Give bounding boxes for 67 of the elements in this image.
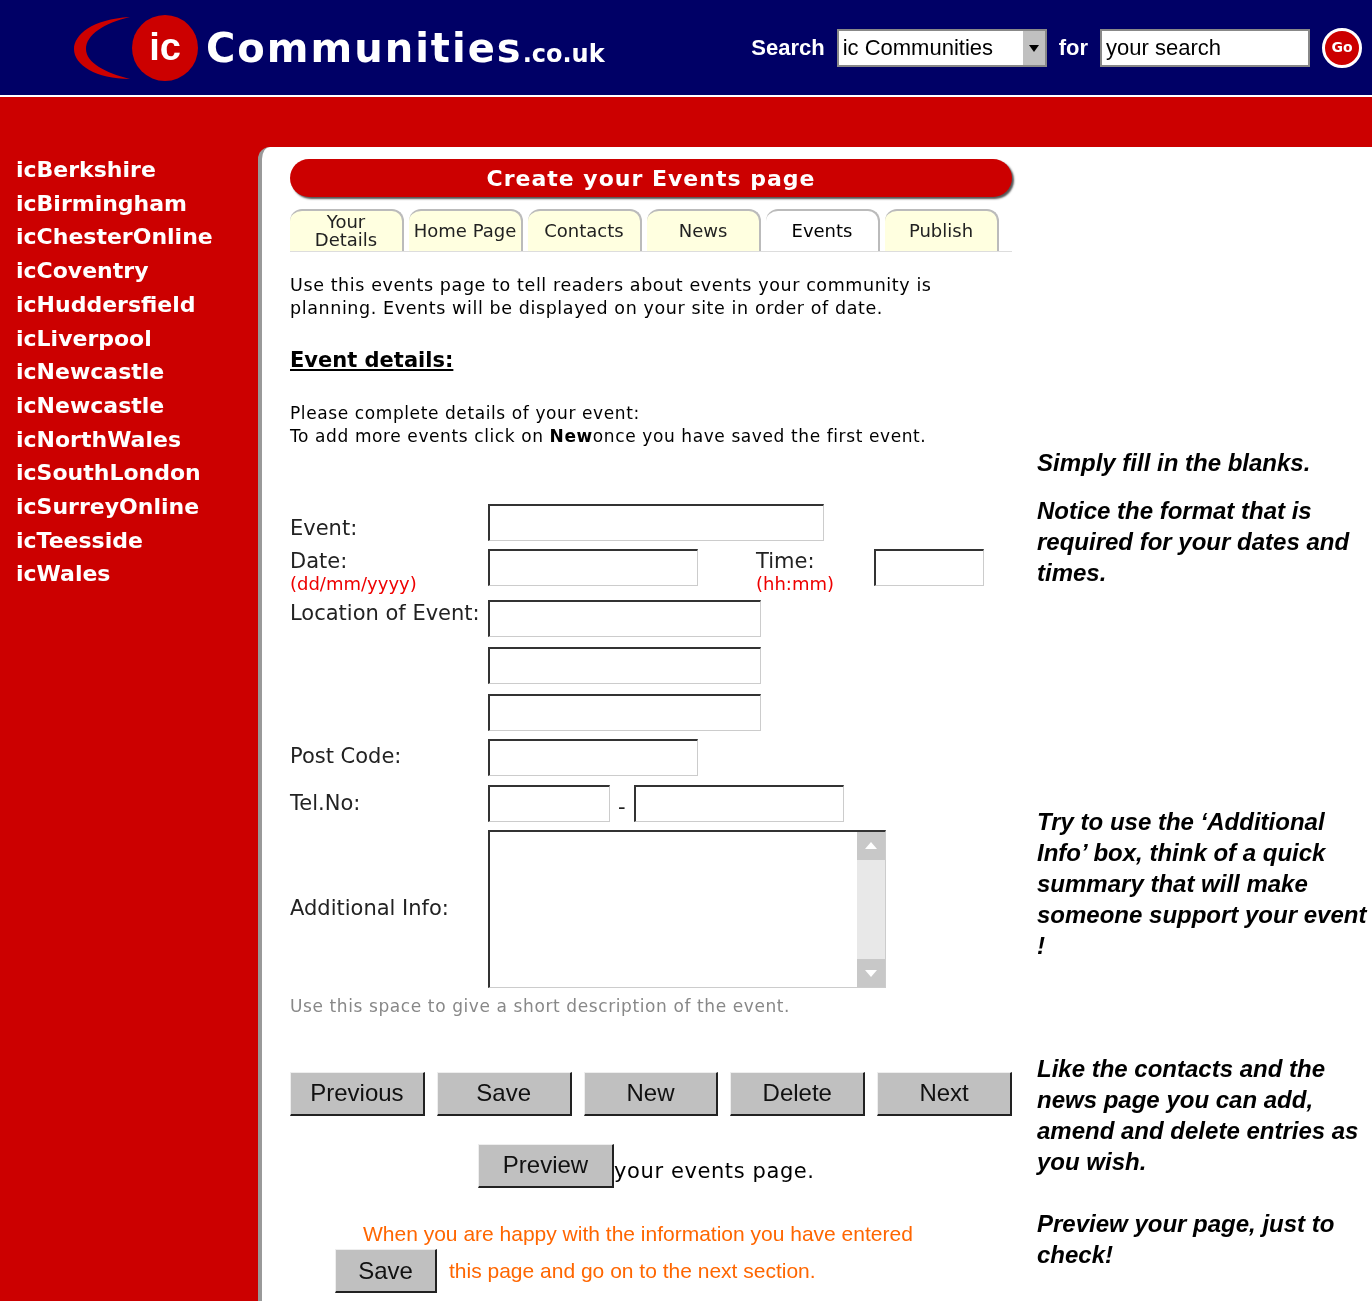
tip-note: Notice the format that is required for your dates and times. (1037, 496, 1351, 588)
sidebar-link[interactable]: icSurreyOnline (16, 490, 258, 524)
form-button[interactable]: New (583, 1071, 719, 1116)
tab[interactable]: Events (766, 209, 880, 251)
sidebar-link[interactable]: icBerkshire (16, 153, 258, 187)
text-field[interactable] (488, 548, 698, 586)
save-button[interactable]: Save (335, 1249, 437, 1293)
field-label: Date: (290, 548, 349, 573)
save-instruction: When you are happy with the information you have entered (363, 1220, 913, 1247)
field-label: Event: (290, 514, 359, 541)
search-label: Search (751, 34, 825, 62)
form-button[interactable]: Previous (290, 1071, 425, 1116)
field-label: Post Code: (290, 743, 403, 771)
logo-domain[interactable]: .co.uk (522, 35, 605, 72)
instruction-text: Please complete details of your event: (290, 401, 641, 425)
preview-button[interactable]: Preview (478, 1143, 614, 1188)
text-field[interactable] (488, 599, 761, 637)
sidebar-link[interactable]: icBirmingham (16, 186, 258, 221)
tab[interactable]: Home Page (409, 209, 523, 251)
tab[interactable]: Contacts (528, 209, 642, 251)
form-button[interactable]: Save (436, 1071, 572, 1116)
field-label: Time: (756, 548, 816, 573)
sidebar-link[interactable]: icTeesside (16, 523, 258, 558)
sidebar-link[interactable]: icHuddersfield (16, 287, 258, 322)
tip-note: Simply fill in the blanks. (1037, 448, 1312, 478)
go-button[interactable]: Go (1322, 27, 1362, 68)
sidebar-link[interactable]: icWales (16, 557, 258, 592)
text-field[interactable] (488, 693, 761, 731)
tip-note: Try to use the ‘Additional Info’ box, think of a quick summary that will make someone support your event ! (1037, 807, 1367, 961)
sidebar-link[interactable]: icLiverpool (16, 321, 258, 356)
sidebar-link[interactable]: icChesterOnline (16, 220, 258, 255)
section-heading: Event details: (290, 347, 455, 374)
tip-note: Preview your page, just to check! (1037, 1209, 1336, 1270)
sidebar-link[interactable]: icSouthLondon (16, 456, 258, 491)
format-hint: (hh:mm) (756, 572, 835, 595)
form-button[interactable]: Next (877, 1071, 1012, 1116)
search-field[interactable]: your search (1100, 28, 1310, 67)
format-hint: (dd/mm/yyyy) (290, 572, 418, 595)
page-title-banner: Create your Events page (290, 159, 1012, 197)
tab[interactable]: Publish (885, 209, 999, 251)
intro-paragraph: Use this events page to tell readers about events your community is planning. Events will be displayed on your site in order of date. (290, 274, 933, 320)
field-label: Additional Info: (290, 895, 450, 923)
instruction-text: To add more events click on Newonce you have saved the first event. (290, 424, 928, 448)
text-field[interactable] (633, 784, 844, 822)
tab[interactable]: Your Details (290, 209, 404, 251)
scope-select[interactable]: ic Communities (836, 28, 1047, 67)
text-field[interactable] (488, 738, 698, 776)
text-field[interactable] (488, 503, 824, 541)
save-instruction: this page and go on to the next section. (449, 1258, 816, 1285)
field-label: Location of Event: (290, 599, 481, 627)
sidebar-link[interactable]: icNewcastle (16, 388, 258, 423)
logo-name[interactable]: Communities (206, 17, 523, 78)
sidebar-link[interactable]: icCoventry (16, 254, 258, 288)
form-button[interactable]: Delete (730, 1071, 866, 1116)
for-label: for (1058, 34, 1088, 62)
field-hint: Use this space to give a short description of the event. (290, 995, 792, 1018)
text-field[interactable] (488, 646, 761, 684)
field-label: Tel.No: (290, 789, 362, 817)
dash-separator: - (618, 793, 626, 821)
text-field[interactable] (874, 548, 984, 586)
sidebar-link[interactable]: icNewcastle (16, 355, 258, 389)
sidebar-link[interactable]: icNorthWales (16, 422, 258, 457)
logo-prefix[interactable]: ic (132, 14, 198, 81)
text-field[interactable] (488, 784, 610, 822)
tip-note: Like the contacts and the news page you can add, amend and delete entries as you wish. (1037, 1054, 1360, 1177)
preview-text: your events page. (614, 1158, 815, 1185)
tab[interactable]: News (647, 209, 761, 251)
